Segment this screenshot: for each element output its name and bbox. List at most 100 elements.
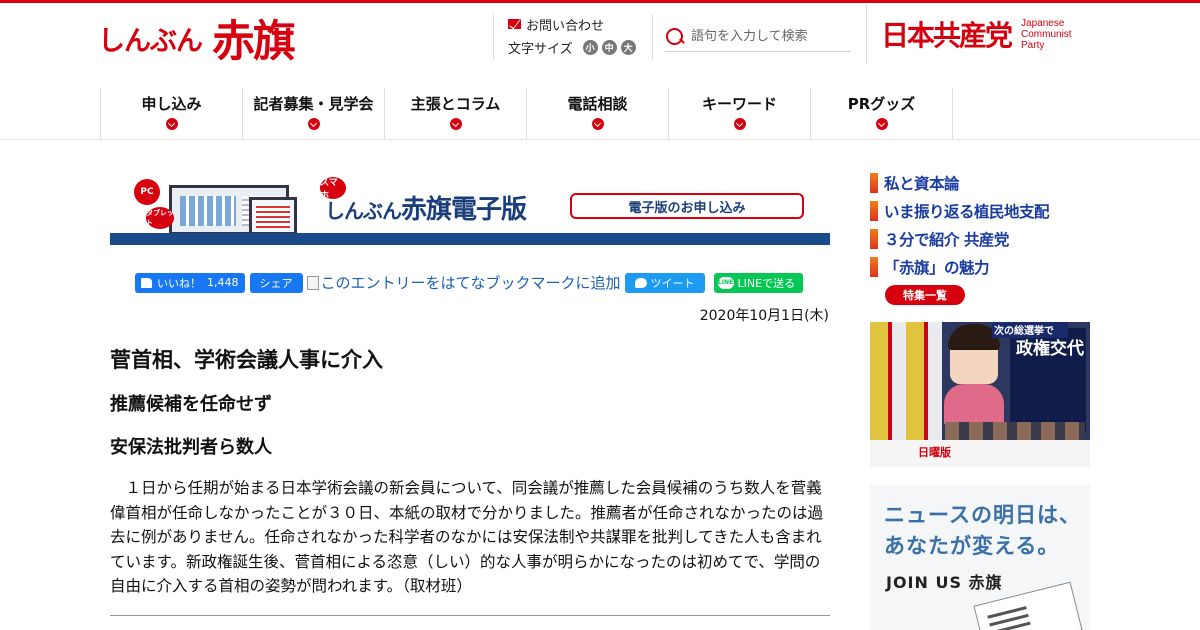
main-nav: 申し込み 記者募集・見学会 主張とコラム 電話相談 キーワード PRグッズ [100, 88, 953, 139]
font-size-small-button[interactable]: 小 [582, 40, 598, 55]
bullet-marker-icon [870, 201, 878, 221]
ad2-join-text: JOIN US 赤旗 [886, 573, 1003, 592]
sidebar-link-text: 私と資本論 [884, 175, 960, 193]
like-count: 1,448 [207, 276, 239, 289]
digital-apply-button[interactable]: 電子版のお申し込み [570, 193, 804, 219]
logo-large-text: 赤旗 [212, 17, 296, 67]
banner-notes: 日刊紙が全ページ読める 過去1年分の検索ができる [558, 234, 821, 245]
ad2-line-2: あなたが変える。 [884, 534, 1060, 558]
jcp-name-en-line1: Japanese [1021, 17, 1065, 29]
chevron-down-icon [875, 118, 888, 130]
line-icon: LINE [717, 276, 734, 289]
ad-badge: 次の総選挙で [992, 322, 1068, 338]
contact-label: お問い合わせ [526, 18, 605, 34]
bullet-marker-icon [870, 229, 878, 249]
logo-small-text: しんぶん [98, 25, 203, 57]
portrait-image [948, 324, 1000, 384]
chevron-down-icon [165, 118, 178, 130]
nav-item-keyword[interactable]: キーワード [669, 88, 811, 139]
like-label: いいね！ [157, 276, 201, 290]
top-accent-line [0, 0, 1200, 3]
banner-title-large: 赤旗電子版 [401, 195, 527, 225]
thumbs-up-icon [141, 277, 152, 288]
feature-list-button[interactable]: 特集一覧 [885, 285, 965, 305]
devices-illustration-icon: PC タブレット スマホ [134, 175, 346, 233]
chevron-down-icon [449, 118, 462, 130]
font-size-medium-button[interactable]: 中 [601, 40, 617, 55]
sidebar-feature-links: 私と資本論 いま振り返る植民地支配 ３分で紹介 共産党 「赤旗」の魅力 [870, 169, 1100, 281]
banner-subtitle: Akahata digital edition [365, 235, 490, 245]
nav-item-recruit[interactable]: 記者募集・見学会 [243, 88, 385, 139]
tweet-label: ツイート [650, 276, 695, 290]
utility-menu: お問い合わせ 文字サイズ 小 中 大 [493, 14, 653, 60]
chevron-down-icon [307, 118, 320, 130]
mail-icon [508, 19, 521, 29]
sidebar-link-colonial[interactable]: いま振り返る植民地支配 [870, 197, 1100, 225]
sunday-edition-ad[interactable]: 次の総選挙で 政権交代 日曜版 [870, 322, 1090, 467]
nav-label: 電話相談 [567, 95, 628, 113]
jcp-name-jp: 日本共産党 [881, 19, 1013, 52]
sidebar-link-capital[interactable]: 私と資本論 [870, 169, 1100, 197]
nav-item-apply[interactable]: 申し込み [101, 88, 243, 139]
search-icon[interactable] [665, 27, 685, 47]
nav-item-goods[interactable]: PRグッズ [811, 88, 953, 139]
font-size-control: 文字サイズ 小 中 大 [508, 38, 653, 57]
bullet-marker-icon [870, 257, 878, 277]
search-area [652, 14, 866, 60]
jcp-logo[interactable]: 日本共産党 Japanese Communist Party [866, 4, 1106, 64]
ad-people-row [945, 422, 1085, 440]
chevron-down-icon [591, 118, 604, 130]
digital-edition-banner[interactable]: PC タブレット スマホ しんぶん赤旗電子版 Akahata digital e… [110, 175, 830, 245]
banner-title-small: しんぶん [325, 199, 402, 223]
article-title: 菅首相、学術会議人事に介入 [110, 348, 383, 372]
chevron-down-icon [733, 118, 746, 130]
line-share-button[interactable]: LINE LINEで送る [713, 272, 804, 293]
sidebar-link-intro[interactable]: ３分で紹介 共産党 [870, 225, 1100, 253]
sidebar-link-appeal[interactable]: 「赤旗」の魅力 [870, 253, 1100, 281]
hatena-alt-text: このエントリーをはてなブックマークに追加 [320, 274, 621, 292]
nav-item-phone[interactable]: 電話相談 [527, 88, 669, 139]
sidebar-link-text: いま振り返る植民地支配 [884, 203, 1050, 221]
font-size-large-button[interactable]: 大 [620, 40, 636, 55]
twitter-bird-icon [634, 277, 647, 288]
sidebar-link-text: 「赤旗」の魅力 [884, 259, 990, 277]
jcp-name-en-line3: Party [1021, 39, 1045, 51]
banner-note: 日刊紙が全ページ読める [558, 234, 669, 245]
nav-label: PRグッズ [847, 95, 916, 113]
article-divider [110, 615, 830, 616]
contact-link[interactable]: お問い合わせ [508, 14, 653, 34]
ad-footer-strip [870, 440, 1090, 467]
tablet-screen-icon [249, 197, 297, 233]
tweet-button[interactable]: ツイート [624, 272, 705, 293]
nav-item-opinion[interactable]: 主張とコラム [385, 88, 527, 139]
article-body: １日から任期が始まる日本学術会議の新会員について、同会議が推薦した会員候補のうち… [110, 479, 824, 595]
jcp-name-en: Japanese Communist Party [1021, 18, 1072, 51]
jcp-name-en-line2: Communist [1021, 28, 1072, 40]
banner-title: しんぶん赤旗電子版 [325, 189, 527, 226]
pc-bubble: PC [134, 179, 160, 205]
share-bar: いいね！ 1,448 シェア このエントリーをはてなブックマークに追加 ツイート… [135, 272, 804, 293]
sidebar-link-text: ３分で紹介 共産党 [884, 231, 1009, 249]
nav-label: キーワード [701, 95, 777, 113]
tablet-bubble: タブレット [146, 207, 174, 229]
facebook-share-button[interactable]: シェア [249, 272, 303, 293]
ad-footer-label: 日曜版 [918, 446, 951, 459]
search-input[interactable] [691, 29, 846, 44]
search-box [665, 22, 851, 52]
hatena-bookmark-link[interactable]: このエントリーをはてなブックマークに追加 [306, 272, 621, 293]
nav-label: 申し込み [141, 95, 202, 113]
nav-label: 主張とコラム [410, 95, 501, 113]
nav-divider [0, 139, 1200, 140]
bullet-marker-icon [870, 173, 878, 193]
article-subtitle-1: 推薦候補を任命せず [110, 394, 272, 415]
article-date: 2020年10月1日(木) [699, 308, 829, 324]
facebook-like-button[interactable]: いいね！ 1,448 [135, 272, 245, 293]
line-label: LINEで送る [737, 276, 796, 290]
portrait-clothing [944, 384, 1004, 424]
join-us-ad[interactable]: ニュースの明日は、 あなたが変える。 JOIN US 赤旗 [870, 485, 1090, 630]
broken-image-icon [306, 275, 319, 290]
banner-note: 過去1年分の検索ができる [687, 234, 804, 245]
site-logo[interactable]: しんぶん 赤旗 [98, 10, 296, 67]
nav-label: 記者募集・見学会 [253, 95, 374, 113]
font-size-label: 文字サイズ [508, 42, 573, 57]
